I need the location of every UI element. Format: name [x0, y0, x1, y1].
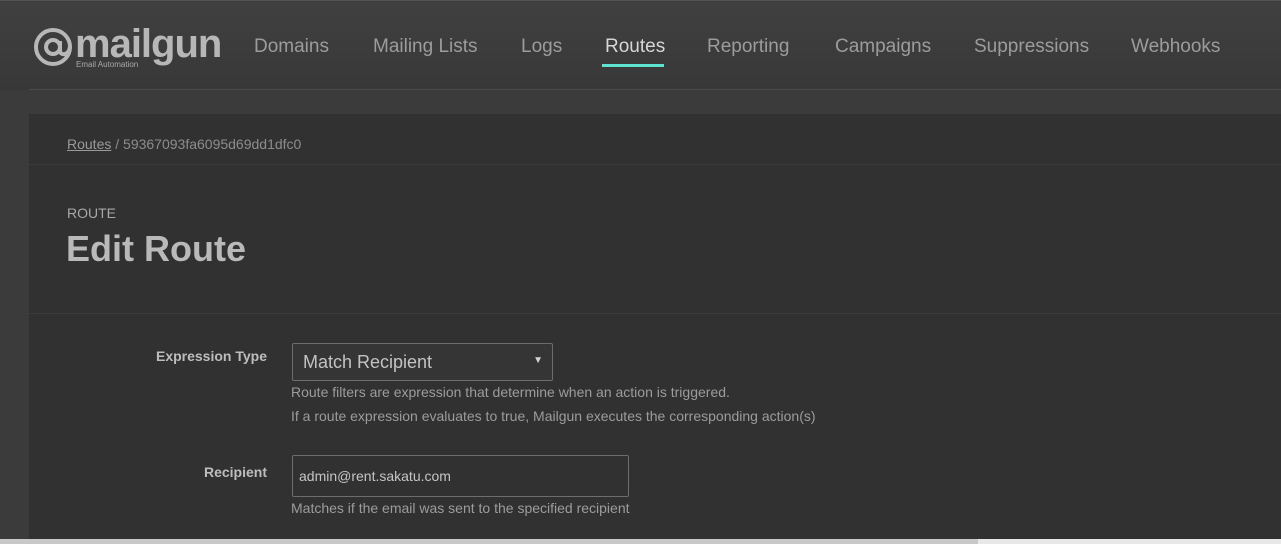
caret-down-icon: ▼	[533, 355, 543, 366]
active-nav-indicator	[602, 64, 664, 67]
recipient-help: Matches if the email was sent to the spe…	[291, 500, 630, 516]
nav-item-routes[interactable]: Routes	[605, 36, 665, 58]
nav-item-suppressions[interactable]: Suppressions	[974, 36, 1089, 58]
nav-item-mailing-lists[interactable]: Mailing Lists	[373, 36, 478, 58]
breadcrumb-link-routes[interactable]: Routes	[67, 136, 111, 152]
expression-type-help-line-1: Route filters are expression that determ…	[291, 384, 730, 400]
divider	[29, 164, 1281, 165]
top-navigation-bar: mailgun Email Automation Domains Mailing…	[0, 2, 1281, 90]
horizontal-scrollbar-thumb[interactable]	[0, 539, 978, 544]
recipient-label: Recipient	[203, 464, 267, 480]
recipient-input[interactable]	[292, 455, 629, 497]
brand-tagline: Email Automation	[76, 60, 139, 69]
divider	[29, 313, 1281, 314]
main-content-panel: Routes / 59367093fa6095d69dd1dfc0 ROUTE …	[29, 114, 1281, 544]
nav-item-campaigns[interactable]: Campaigns	[835, 36, 931, 58]
nav-item-reporting[interactable]: Reporting	[707, 36, 789, 58]
page-title: Edit Route	[66, 228, 246, 269]
app-window: mailgun Email Automation Domains Mailing…	[0, 0, 1281, 544]
expression-type-label: Expression Type	[155, 348, 267, 364]
breadcrumb-separator: /	[115, 136, 120, 152]
nav-item-webhooks[interactable]: Webhooks	[1131, 36, 1220, 58]
nav-item-logs[interactable]: Logs	[521, 36, 562, 58]
expression-type-value: Match Recipient	[303, 352, 433, 372]
breadcrumb: Routes / 59367093fa6095d69dd1dfc0	[67, 136, 301, 152]
breadcrumb-current: 59367093fa6095d69dd1dfc0	[123, 136, 302, 152]
expression-type-help-line-2: If a route expression evaluates to true,…	[291, 408, 816, 424]
section-eyebrow: ROUTE	[67, 205, 116, 221]
mailgun-logo[interactable]: mailgun Email Automation	[33, 22, 222, 74]
expression-type-select[interactable]: Match Recipient ▼	[292, 343, 553, 381]
at-sign-icon	[34, 28, 72, 66]
nav-divider	[29, 89, 1281, 90]
nav-item-domains[interactable]: Domains	[254, 36, 329, 58]
